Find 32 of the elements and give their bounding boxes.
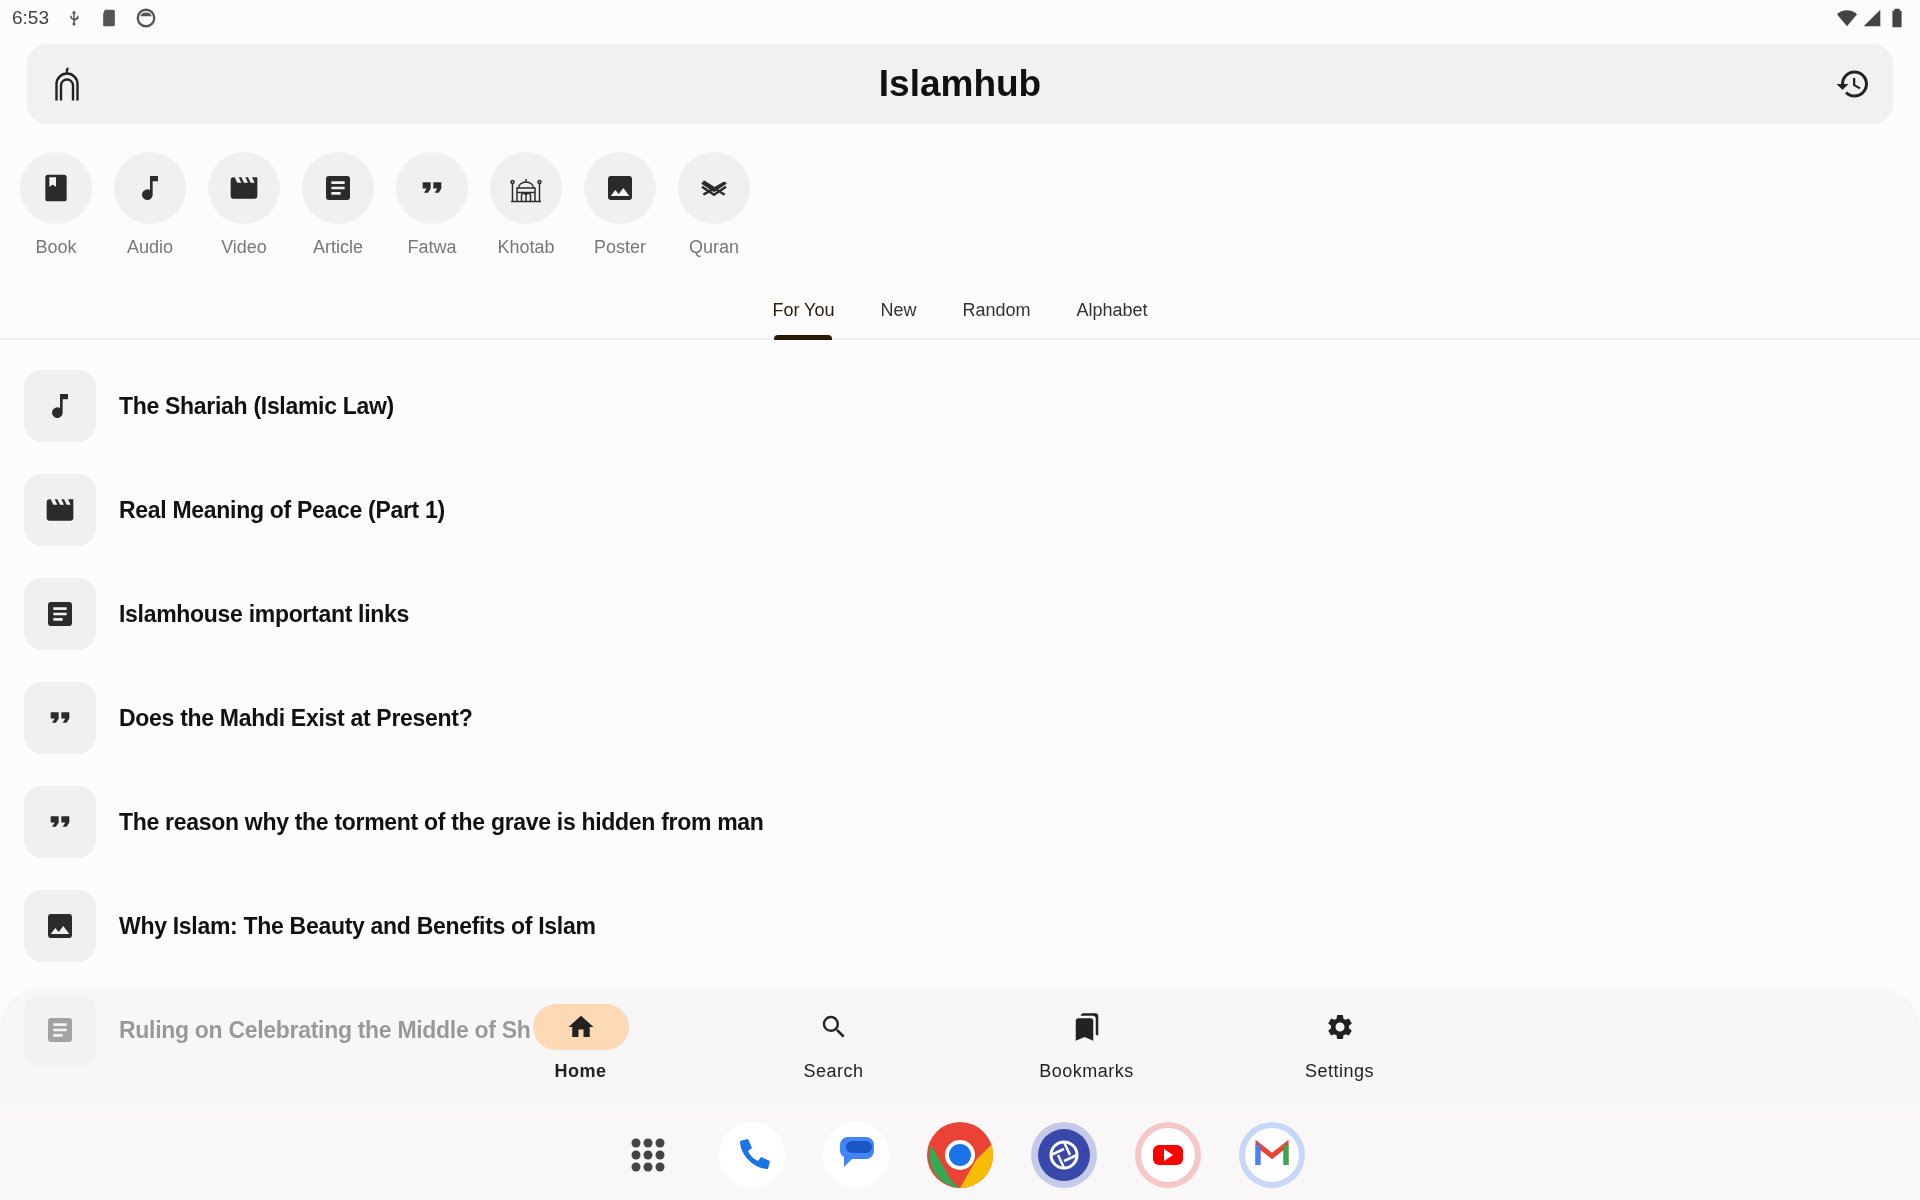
chat-bubble-icon <box>822 1121 890 1189</box>
category-label: Book <box>35 236 77 259</box>
item-title[interactable]: Does the Mahdi Exist at Present? <box>119 700 473 736</box>
item-title[interactable]: Islamhouse important links <box>119 596 409 632</box>
tab[interactable]: For You <box>754 283 853 338</box>
nav-item[interactable]: Home <box>532 988 629 1110</box>
tab[interactable]: Random <box>944 283 1049 338</box>
tab[interactable]: New <box>862 283 935 338</box>
wifi-icon <box>1836 7 1858 29</box>
category-label: Khotab <box>497 236 555 259</box>
category-label: Fatwa <box>407 236 457 259</box>
category-label: Video <box>221 236 267 259</box>
aperture-icon <box>1030 1121 1098 1189</box>
category-label: Article <box>313 236 363 259</box>
status-time: 6:53 <box>12 5 49 30</box>
nav-item[interactable]: Bookmarks <box>1038 988 1135 1110</box>
app-title: Islamhub <box>878 62 1042 107</box>
mail-icon <box>1238 1121 1306 1189</box>
play-icon <box>1134 1121 1202 1189</box>
signal-icon <box>1862 8 1882 28</box>
item-title[interactable]: Real Meaning of Peace (Part 1) <box>119 492 445 528</box>
item-title[interactable]: Why Islam: The Beauty and Benefits of Islam <box>119 908 596 944</box>
item-title[interactable]: The Shariah (Islamic Law) <box>119 388 394 424</box>
category-label: Quran <box>689 236 739 259</box>
nav-item[interactable]: Settings <box>1291 988 1388 1110</box>
item-title[interactable]: The reason why the torment of the grave is hidden from man <box>119 804 764 840</box>
nav-item[interactable]: Search <box>785 988 882 1110</box>
category-label: Audio <box>126 236 173 259</box>
tab[interactable]: Alphabet <box>1058 283 1166 338</box>
phone-icon <box>718 1121 786 1189</box>
category-label: Poster <box>594 236 646 259</box>
browser-icon <box>926 1121 994 1189</box>
